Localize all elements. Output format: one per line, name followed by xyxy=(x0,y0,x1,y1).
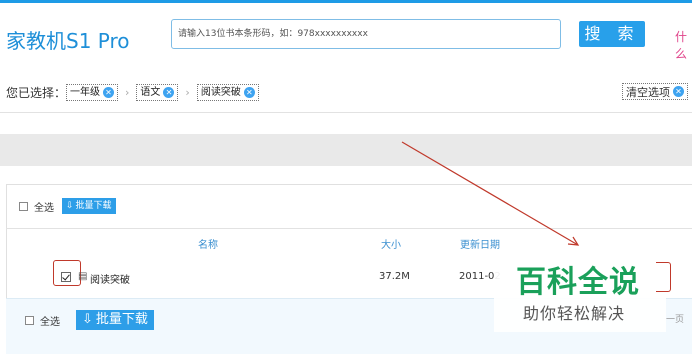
annotation-highlight-box-right xyxy=(656,262,671,292)
watermark-title: 百科全说 xyxy=(516,265,640,300)
arrow-line xyxy=(401,141,579,246)
watermark-subtitle: 助你轻松解决 xyxy=(523,304,626,323)
